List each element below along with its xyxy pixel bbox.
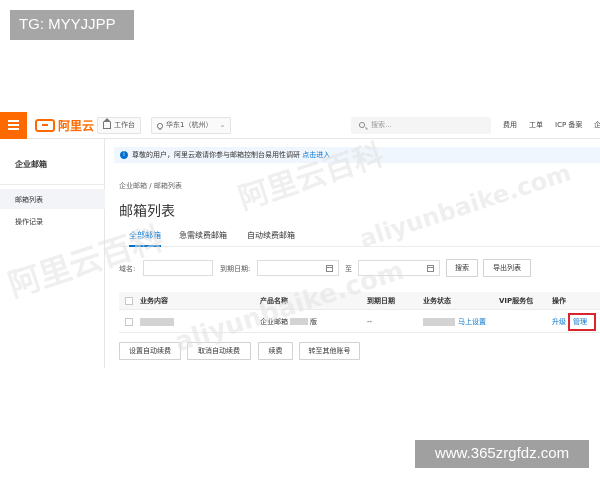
enable-auto-renew-button[interactable]: 设置自动续费 bbox=[119, 342, 181, 360]
aliyun-console-screenshot: 阿里云 工作台 华东1（杭州） ⌄ 搜索... 费用 工单 ICP 备案 企 企… bbox=[0, 112, 600, 368]
survey-notice: i 尊敬的用户，阿里云邀请你参与邮箱控制台易用性调研 点击进入 bbox=[114, 147, 600, 163]
search-icon bbox=[359, 122, 365, 128]
expire-date-cell: -- bbox=[367, 318, 373, 326]
calendar-icon bbox=[427, 265, 434, 272]
breadcrumb-root[interactable]: 企业邮箱 bbox=[119, 182, 147, 190]
setup-now-link[interactable]: 马上设置 bbox=[458, 311, 486, 333]
top-bar: 阿里云 工作台 华东1（杭州） ⌄ 搜索... 费用 工单 ICP 备案 企 bbox=[0, 112, 600, 139]
col-header-actions: 操作 bbox=[552, 297, 566, 305]
sidebar-title: 企业邮箱 bbox=[15, 160, 47, 169]
export-list-button[interactable]: 导出列表 bbox=[483, 259, 531, 277]
product-name-prefix: 企业邮箱 bbox=[260, 318, 288, 326]
sidebar-item-mailbox-list[interactable]: 邮箱列表 bbox=[15, 195, 43, 205]
location-pin-icon bbox=[155, 121, 165, 130]
cancel-auto-renew-button[interactable]: 取消自动续费 bbox=[187, 342, 251, 360]
main-content: i 尊敬的用户，阿里云邀请你参与邮箱控制台易用性调研 点击进入 企业邮箱 / 邮… bbox=[106, 139, 600, 368]
renew-button[interactable]: 续费 bbox=[258, 342, 293, 360]
breadcrumb-current: 邮箱列表 bbox=[153, 182, 182, 190]
notice-text: 尊敬的用户，阿里云邀请你参与邮箱控制台易用性调研 bbox=[132, 151, 300, 159]
redacted-status bbox=[423, 318, 455, 326]
info-icon: i bbox=[120, 151, 128, 159]
product-name-cell: 企业邮箱 版 bbox=[260, 311, 317, 333]
tab-bar: 全部邮箱 急需续费邮箱 自动续费邮箱 bbox=[119, 229, 600, 247]
upgrade-link[interactable]: 升级 bbox=[552, 311, 566, 333]
aliyun-logo-icon bbox=[35, 119, 55, 132]
expire-start-date-input[interactable] bbox=[257, 260, 339, 276]
brand-name: 阿里云 bbox=[58, 119, 95, 133]
domain-filter-label: 域名: bbox=[119, 265, 136, 273]
select-all-checkbox[interactable] bbox=[125, 297, 133, 305]
footer-url-badge: www.365zrgfdz.com bbox=[415, 440, 589, 468]
expire-date-label: 到期日期: bbox=[220, 265, 251, 273]
product-name-suffix: 版 bbox=[310, 318, 317, 326]
search-button[interactable]: 搜索 bbox=[446, 259, 478, 277]
redacted-edition bbox=[290, 318, 308, 325]
sidebar-item-operation-log[interactable]: 操作记录 bbox=[15, 217, 43, 227]
region-selector[interactable]: 华东1（杭州） ⌄ bbox=[151, 117, 232, 134]
row-checkbox[interactable] bbox=[125, 318, 133, 326]
sidebar-divider bbox=[0, 184, 105, 185]
chevron-down-icon: ⌄ bbox=[219, 121, 226, 129]
expire-end-date-input[interactable] bbox=[358, 260, 440, 276]
region-label: 华东1（杭州） bbox=[166, 121, 213, 129]
calendar-icon bbox=[326, 265, 333, 272]
nav-link-enterprise[interactable]: 企 bbox=[594, 112, 600, 139]
hamburger-menu-icon[interactable] bbox=[0, 112, 27, 139]
page-title: 邮箱列表 bbox=[119, 204, 175, 220]
nav-link-icp[interactable]: ICP 备案 bbox=[555, 112, 582, 139]
sidebar: 企业邮箱 邮箱列表 操作记录 bbox=[0, 139, 105, 368]
table-header: 业务内容 产品名称 到期日期 业务状态 VIP服务包 操作 bbox=[119, 292, 600, 310]
workbench-label: 工作台 bbox=[114, 121, 135, 129]
breadcrumb-separator: / bbox=[149, 182, 152, 190]
nav-link-tickets[interactable]: 工单 bbox=[529, 112, 543, 139]
aliyun-logo[interactable]: 阿里云 bbox=[35, 118, 94, 133]
table-row: 企业邮箱版 -- 马上设置 升级 管理 bbox=[119, 311, 600, 333]
search-input[interactable]: 搜索... bbox=[351, 117, 491, 134]
breadcrumb: 企业邮箱 / 邮箱列表 bbox=[119, 181, 182, 191]
nav-link-billing[interactable]: 费用 bbox=[503, 112, 517, 139]
domain-filter-input[interactable] bbox=[143, 260, 213, 276]
tab-all-mailboxes[interactable]: 全部邮箱 bbox=[129, 229, 161, 247]
redacted-business-content bbox=[140, 318, 174, 326]
date-range-to-label: 至 bbox=[345, 265, 352, 273]
col-header-business: 业务内容 bbox=[140, 297, 168, 305]
tab-urgent-renewal[interactable]: 急需续费邮箱 bbox=[179, 229, 227, 243]
home-icon bbox=[103, 118, 111, 129]
notice-link[interactable]: 点击进入 bbox=[302, 151, 330, 159]
col-header-status: 业务状态 bbox=[423, 297, 451, 305]
manage-highlight-box bbox=[568, 313, 596, 331]
tab-auto-renewal[interactable]: 自动续费邮箱 bbox=[247, 229, 295, 243]
search-placeholder: 搜索... bbox=[371, 121, 392, 129]
col-header-expire: 到期日期 bbox=[367, 297, 395, 305]
transfer-account-button[interactable]: 转至其他账号 bbox=[299, 342, 360, 360]
tg-badge: TG: MYYJJPP bbox=[10, 10, 134, 40]
col-header-vip: VIP服务包 bbox=[499, 297, 534, 305]
col-header-product: 产品名称 bbox=[260, 297, 288, 305]
workbench-button[interactable]: 工作台 bbox=[97, 117, 141, 134]
